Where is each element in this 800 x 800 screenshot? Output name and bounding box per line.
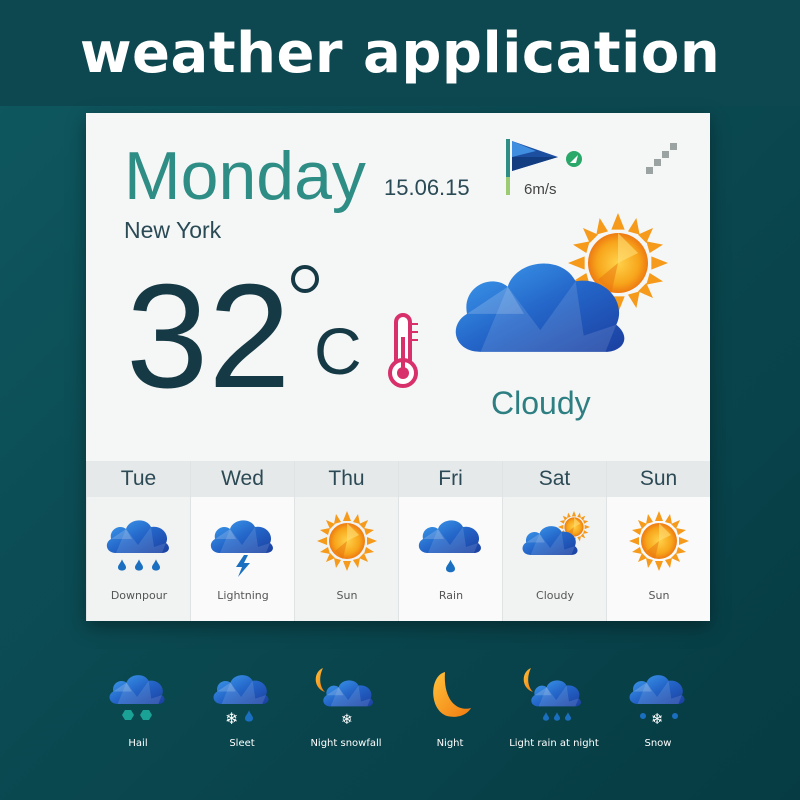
legend-item: Hail	[86, 660, 190, 760]
sun-icon	[317, 511, 377, 571]
moon-icon	[433, 672, 471, 717]
legend-item: ❄ Snow	[606, 660, 710, 760]
forecast-strip: Tue Downpour Wed Lightning Thu Sun Fri R…	[86, 461, 710, 621]
forecast-day-name: Tue	[87, 461, 190, 497]
thermometer-icon	[388, 313, 418, 388]
svg-text:❄: ❄	[225, 709, 238, 728]
rain-icon	[418, 520, 481, 573]
forecast-day-name: Sat	[503, 461, 606, 497]
night-snowfall-icon: ❄	[315, 668, 373, 728]
legend-item: Night	[398, 660, 502, 760]
lightning-icon	[210, 520, 273, 577]
forecast-condition: Rain	[438, 589, 464, 602]
forecast-day[interactable]: Fri Rain	[398, 461, 502, 621]
forecast-day-name: Thu	[295, 461, 398, 497]
sleet-icon: ❄	[213, 675, 269, 728]
forecast-condition: Cloudy	[536, 589, 574, 602]
cloudy-icon	[522, 511, 590, 555]
legend-item: ❄ Sleet	[190, 660, 294, 760]
current-city[interactable]: New York	[124, 217, 221, 244]
current-day: Monday	[124, 138, 366, 214]
forecast-condition: Sun	[648, 589, 670, 602]
current-temperature: 32	[126, 254, 291, 419]
forecast-day-name: Sun	[607, 461, 710, 497]
forecast-condition: Downpour	[110, 589, 168, 602]
current-condition: Cloudy	[491, 385, 591, 421]
icon-legend: Hail ❄ Sleet ❄ Night snowfall Night Ligh…	[86, 660, 710, 760]
degree-symbol	[291, 265, 319, 293]
svg-text:❄: ❄	[651, 710, 664, 728]
temperature-unit: C	[314, 314, 362, 388]
hail-icon	[109, 675, 165, 720]
forecast-day[interactable]: Thu Sun	[294, 461, 398, 621]
forecast-day[interactable]: Tue Downpour	[86, 461, 190, 621]
downpour-icon	[106, 520, 169, 571]
banner-title: weather application	[79, 20, 721, 86]
forecast-day-name: Wed	[191, 461, 294, 497]
forecast-day[interactable]: Sun Sun	[606, 461, 710, 621]
sun-icon	[629, 511, 689, 571]
forecast-day-name: Fri	[399, 461, 502, 497]
weather-card: Monday 15.06.15 New York 6m/s 32 C Cloud…	[86, 113, 710, 621]
legend-item: Light rain at night	[502, 660, 606, 760]
title-banner: weather application	[0, 0, 800, 106]
forecast-condition: Sun	[336, 589, 358, 602]
forecast-condition: Lightning	[217, 589, 269, 602]
legend-label: Snow	[644, 738, 672, 749]
legend-item: ❄ Night snowfall	[294, 660, 398, 760]
light-rain-night-icon	[523, 668, 581, 721]
forecast-day[interactable]: Sat Cloudy	[502, 461, 606, 621]
wind-speed: 6m/s	[524, 181, 557, 198]
svg-text:❄: ❄	[341, 712, 353, 728]
forecast-day[interactable]: Wed Lightning	[190, 461, 294, 621]
current-date: 15.06.15	[384, 175, 470, 200]
resize-grip-icon[interactable]	[644, 141, 680, 177]
snow-icon: ❄	[629, 675, 685, 728]
cloudy-main-icon	[455, 213, 668, 352]
